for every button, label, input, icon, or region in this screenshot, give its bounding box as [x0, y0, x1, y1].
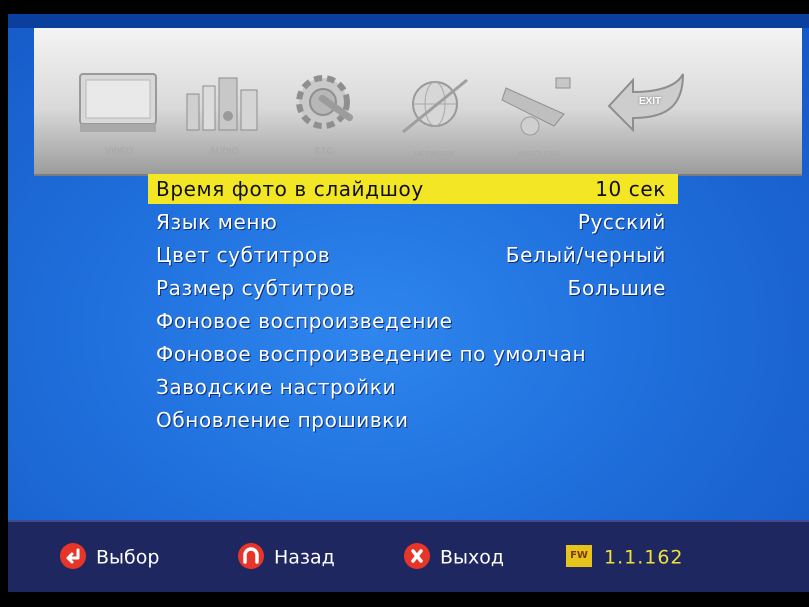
menu-item-label: Фоновое воспроизведение: [156, 309, 453, 333]
exit-label: Выход: [440, 546, 505, 569]
speakers-icon: [186, 77, 258, 131]
menu-item-value: Большие: [567, 276, 666, 300]
firmware-info: FW 1.1.162: [566, 542, 684, 572]
tab-video-label: VIDEO: [104, 146, 133, 156]
menu-item-menu-language[interactable]: Язык меню Русский: [148, 207, 678, 237]
tab-exit-label: EXIT: [638, 96, 662, 107]
tab-exit[interactable]: EXIT: [599, 68, 689, 168]
globe-network-icon: [402, 78, 468, 134]
close-icon: [404, 542, 430, 569]
menu-item-label: Время фото в слайдшоу: [156, 177, 424, 201]
top-bar: [8, 14, 809, 28]
tab-network-label: NETWORK: [413, 150, 455, 159]
tab-etc-label: ETC: [315, 146, 333, 156]
menu-item-background-playback[interactable]: Фоновое воспроизведение: [148, 306, 678, 336]
menu-item-subtitle-size[interactable]: Размер субтитров Большие: [148, 273, 678, 303]
select-label: Выбор: [96, 546, 160, 569]
footer-hint-bar: Выбор Назад Выход FW 1.1.162: [8, 520, 809, 592]
tab-audio-label: AUDIO: [209, 146, 239, 156]
fw-version: 1.1.162: [604, 546, 684, 569]
menu-item-default-background-playback[interactable]: Фоновое воспроизведение по умолчан: [148, 339, 678, 369]
menu-item-factory-settings[interactable]: Заводские настройки: [148, 372, 678, 402]
back-label: Назад: [274, 546, 335, 569]
menu-item-firmware-update[interactable]: Обновление прошивки: [148, 405, 678, 435]
tab-network[interactable]: NETWORK: [389, 68, 479, 168]
tab-wireless-label: WIRELESS: [518, 150, 560, 159]
enter-icon: [60, 542, 86, 569]
menu-item-value: 10 сек: [595, 177, 666, 201]
back-icon: [238, 542, 264, 569]
exit-hint[interactable]: Выход: [404, 542, 504, 572]
menu-item-value: Белый/черный: [505, 243, 666, 267]
menu-item-label: Язык меню: [156, 210, 278, 234]
menu-item-label: Фоновое воспроизведение по умолчан: [156, 342, 587, 366]
menu-item-label: Цвет субтитров: [156, 243, 331, 267]
menu-item-slideshow-time[interactable]: Время фото в слайдшоу 10 сек: [148, 174, 678, 204]
menu-item-label: Размер субтитров: [156, 276, 356, 300]
fw-badge-icon: FW: [566, 544, 592, 567]
menu-item-label: Обновление прошивки: [156, 408, 409, 432]
gear-wrench-icon: [296, 75, 354, 129]
tv-screen: VIDEO AUDIO ETC NETWORK WIRELESS EXIT Вр…: [8, 14, 809, 592]
menu-item-subtitle-color[interactable]: Цвет субтитров Белый/черный: [148, 240, 678, 270]
settings-menu: Время фото в слайдшоу 10 сек Язык меню Р…: [148, 174, 678, 438]
tab-video[interactable]: VIDEO: [74, 68, 164, 168]
monitor-icon: [79, 73, 157, 132]
menu-item-value: Русский: [577, 210, 666, 234]
wireless-icon: [501, 77, 571, 136]
back-hint[interactable]: Назад: [238, 542, 335, 572]
tab-wireless[interactable]: WIRELESS: [494, 68, 584, 168]
menu-item-label: Заводские настройки: [156, 375, 397, 399]
tab-etc[interactable]: ETC: [279, 68, 369, 168]
select-hint[interactable]: Выбор: [60, 542, 159, 572]
category-icon-bar: VIDEO AUDIO ETC NETWORK WIRELESS EXIT: [34, 28, 802, 176]
tab-audio[interactable]: AUDIO: [179, 68, 269, 168]
